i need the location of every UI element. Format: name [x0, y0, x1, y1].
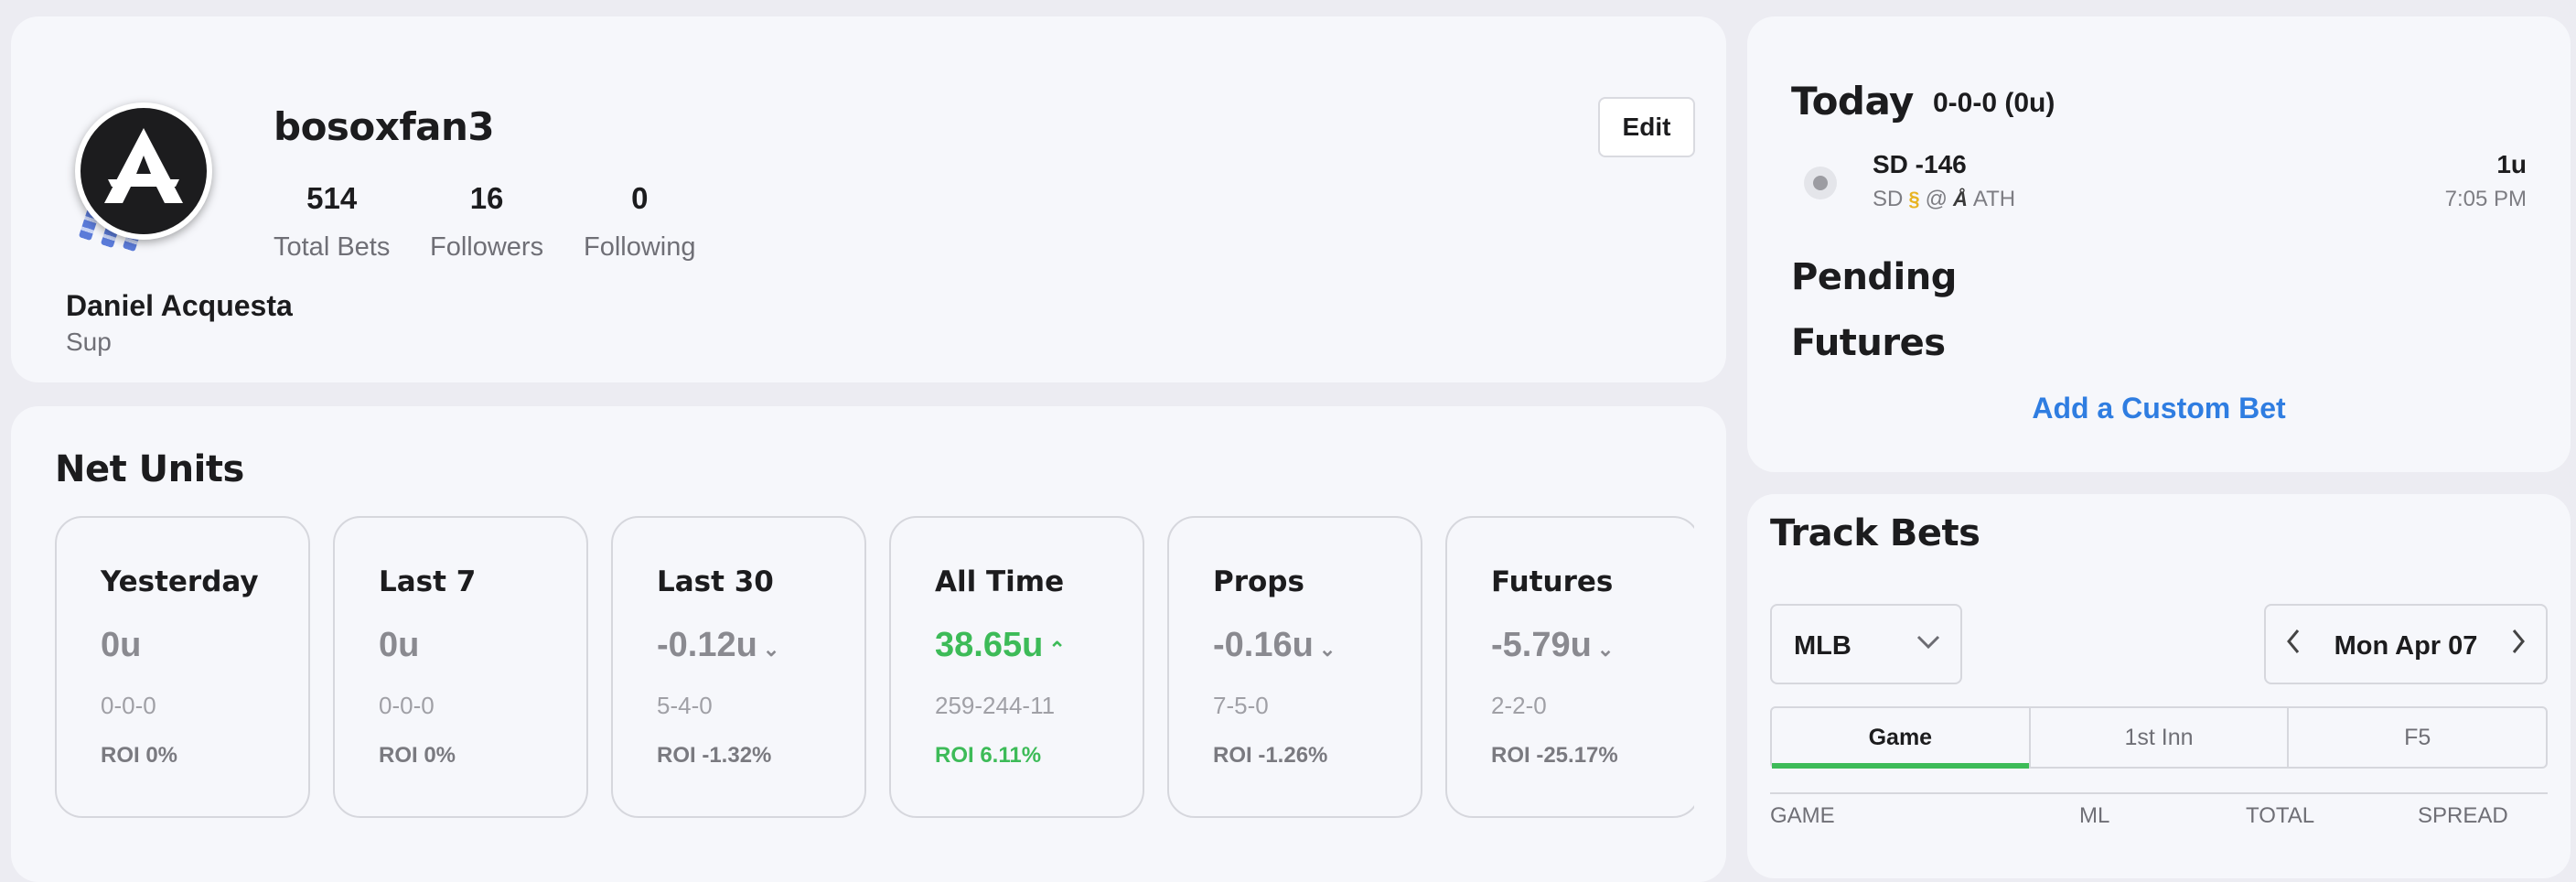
tab-f5[interactable]: F5: [2289, 708, 2546, 767]
units-value: -5.79u ⌄: [1491, 626, 1615, 664]
profile-card: bosoxfan3 Edit 514 Total Bets 16 Followe…: [11, 16, 1726, 382]
units-box-last-7[interactable]: Last 7 0u 0-0-0 ROI 0%: [333, 516, 588, 818]
column-header-spread: SPREAD: [2418, 803, 2508, 828]
units-value: 38.65u ⌃: [935, 626, 1066, 664]
pending-title: Pending: [1791, 256, 1957, 298]
stat-label: Followers: [430, 232, 544, 262]
chevron-up-icon: ⌃: [1048, 638, 1066, 661]
column-header-ml: ML: [2079, 803, 2110, 828]
stat-total-bets[interactable]: 514 Total Bets: [274, 181, 390, 263]
today-title: Today: [1791, 79, 1914, 124]
stat-followers[interactable]: 16 Followers: [430, 181, 543, 263]
bet-status-dot-icon: [1804, 167, 1837, 199]
display-name: Daniel Acquesta: [66, 289, 293, 322]
stat-value: 514: [306, 181, 358, 215]
units-box-title: Props: [1213, 565, 1304, 598]
track-bets-title: Track Bets: [1770, 512, 1980, 554]
units-box-props[interactable]: Props -0.16u ⌄ 7-5-0 ROI -1.26%: [1167, 516, 1422, 818]
chevron-down-icon: ⌄: [1318, 638, 1336, 661]
units-record: 7-5-0: [1213, 692, 1269, 719]
units-box-futures[interactable]: Futures -5.79u ⌄ 2-2-0 ROI -25.17%: [1445, 516, 1694, 818]
net-units-scroller[interactable]: Yesterday 0u 0-0-0 ROI 0% Last 7 0u 0-0-…: [11, 406, 1694, 882]
chevron-down-icon: [1916, 631, 1940, 655]
net-units-card: Net Units Yesterday 0u 0-0-0 ROI 0% Last…: [11, 406, 1726, 882]
units-box-title: Last 30: [657, 565, 774, 598]
units-record: 259-244-11: [935, 692, 1056, 719]
units-roi: ROI 0%: [101, 743, 178, 768]
divider: [1770, 792, 2548, 794]
units-box-last-30[interactable]: Last 30 -0.12u ⌄ 5-4-0 ROI -1.32%: [611, 516, 866, 818]
units-box-title: Last 7: [379, 565, 477, 598]
edit-profile-button[interactable]: Edit: [1598, 97, 1695, 157]
athletics-logo-icon: Å: [1952, 188, 1968, 210]
league-select[interactable]: MLB: [1770, 604, 1962, 684]
team-logo-icon: [75, 102, 212, 240]
bet-line: SD -146: [1873, 150, 1967, 178]
units-roi: ROI -1.26%: [1213, 743, 1328, 768]
tab-1st-inn[interactable]: 1st Inn: [2031, 708, 2290, 767]
chevron-right-icon[interactable]: [2511, 628, 2526, 663]
units-box-title: Futures: [1491, 565, 1614, 598]
add-custom-bet-link[interactable]: Add a Custom Bet: [1747, 392, 2571, 425]
futures-title: Futures: [1791, 322, 1946, 364]
units-value: 0u: [101, 626, 142, 664]
today-card: Today 0-0-0 (0u) SD -146 SD § @ Å ATH 1u…: [1747, 16, 2571, 472]
date-navigator: Mon Apr 07: [2264, 604, 2548, 684]
units-roi: ROI 0%: [379, 743, 456, 768]
bet-time: 7:05 PM: [2444, 187, 2527, 211]
profile-bio: Sup: [66, 328, 112, 356]
bet-units: 1u: [2496, 150, 2527, 178]
league-select-value: MLB: [1794, 631, 1852, 661]
column-header-total: TOTAL: [2246, 803, 2315, 828]
username: bosoxfan3: [274, 104, 495, 149]
bet-type-tabs: Game 1st Inn F5: [1770, 706, 2548, 769]
units-value: -0.12u ⌄: [657, 626, 780, 664]
avatar[interactable]: [66, 86, 221, 260]
units-record: 5-4-0: [657, 692, 713, 719]
tab-game[interactable]: Game: [1772, 708, 2031, 769]
track-bets-card: Track Bets MLB Mon Apr 07 Game 1st Inn F…: [1747, 494, 2571, 878]
units-box-yesterday[interactable]: Yesterday 0u 0-0-0 ROI 0%: [55, 516, 310, 818]
away-team: SD: [1873, 187, 1904, 211]
units-box-all-time[interactable]: All Time 38.65u ⌃ 259-244-11 ROI 6.11%: [889, 516, 1144, 818]
chevron-down-icon: ⌄: [1596, 638, 1615, 661]
today-record: 0-0-0 (0u): [1933, 88, 2055, 118]
current-date: Mon Apr 07: [2334, 631, 2478, 661]
bet-matchup: SD § @ Å ATH: [1873, 187, 2015, 212]
units-record: 0-0-0: [379, 692, 435, 719]
units-value: -0.16u ⌄: [1213, 626, 1336, 664]
column-header-game: GAME: [1770, 803, 1835, 828]
units-box-title: All Time: [935, 565, 1065, 598]
chevron-down-icon: ⌄: [762, 638, 780, 661]
units-value: 0u: [379, 626, 420, 664]
home-team: ATH: [1972, 187, 2016, 211]
stat-following[interactable]: 0 Following: [584, 181, 696, 263]
stat-label: Following: [584, 232, 696, 262]
stat-value: 16: [469, 181, 504, 215]
units-roi: ROI -1.32%: [657, 743, 772, 768]
stat-label: Total Bets: [274, 232, 391, 262]
padres-logo-icon: §: [1908, 188, 1920, 210]
units-record: 0-0-0: [101, 692, 156, 719]
units-roi: ROI 6.11%: [935, 743, 1042, 768]
stat-value: 0: [631, 181, 649, 215]
at-symbol: @: [1925, 187, 1948, 211]
units-box-title: Yesterday: [101, 565, 259, 598]
units-record: 2-2-0: [1491, 692, 1547, 719]
units-roi: ROI -25.17%: [1491, 743, 1618, 768]
